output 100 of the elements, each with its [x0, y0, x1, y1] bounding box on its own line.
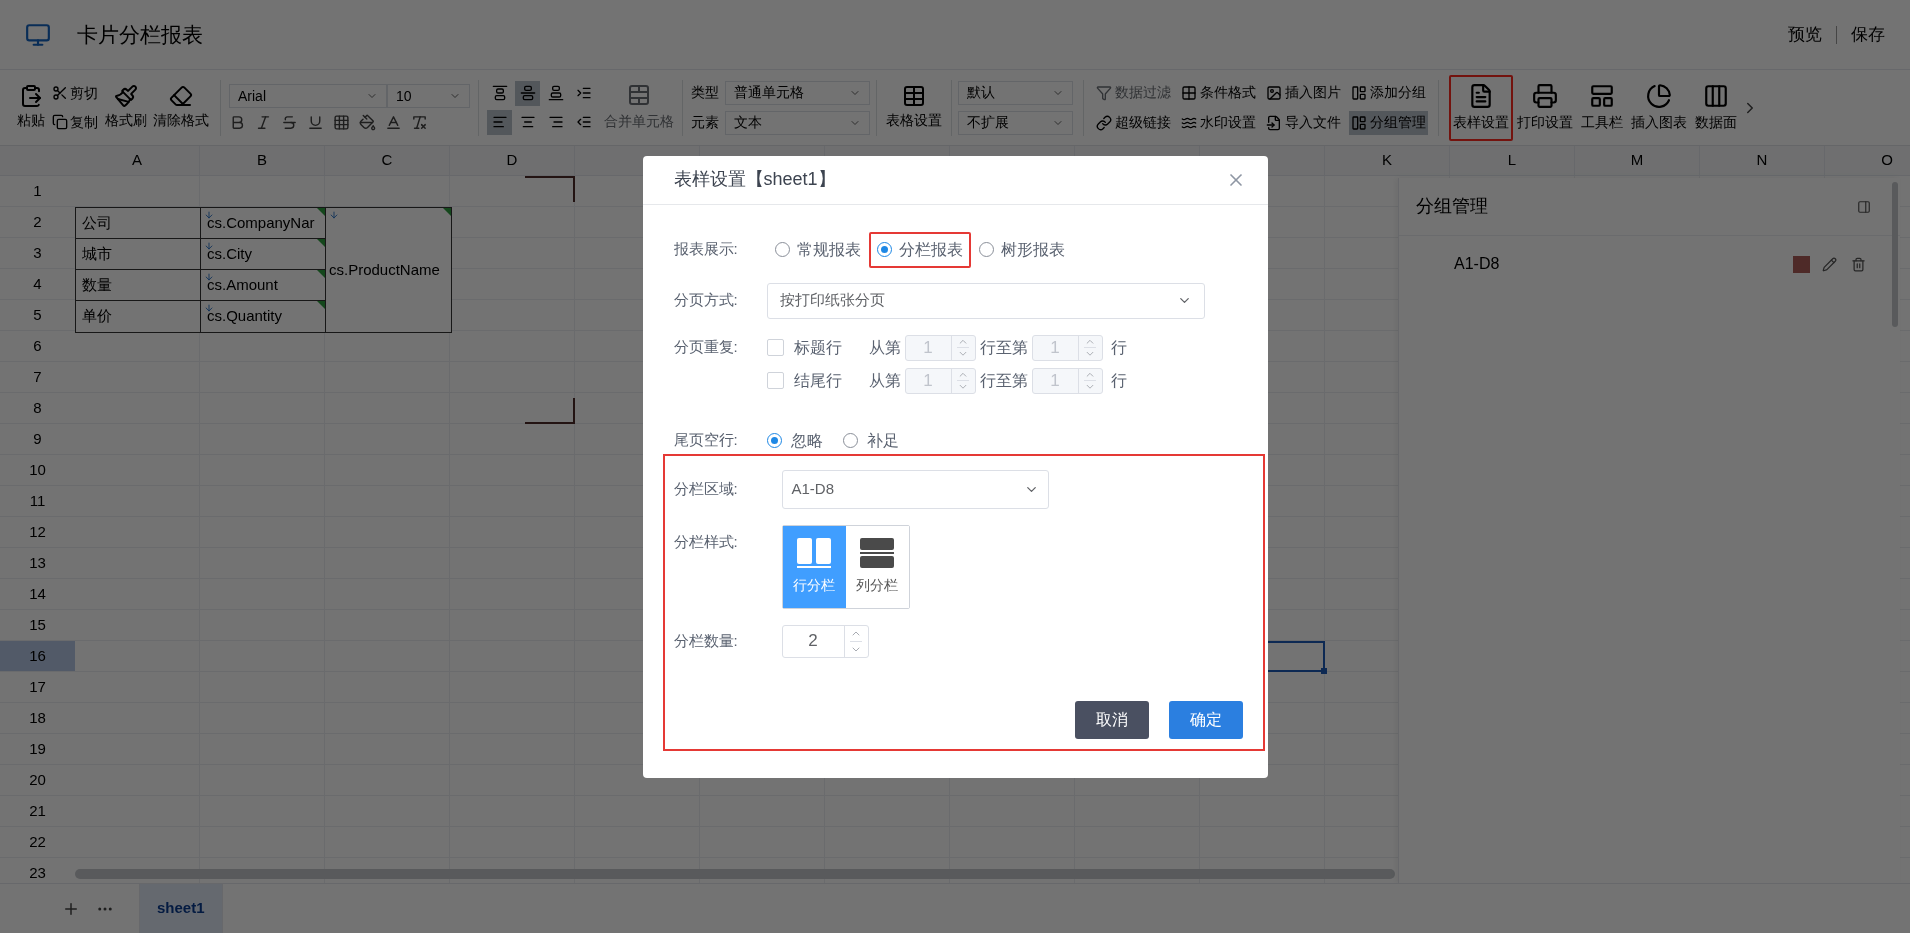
font-size-select[interactable]: 10	[387, 84, 470, 108]
font-color-icon[interactable]	[385, 114, 402, 131]
radio-label[interactable]: 常规报表	[796, 237, 861, 262]
border-icon[interactable]	[333, 114, 350, 131]
style-option[interactable]: 行分栏	[782, 525, 846, 608]
document-icon	[1468, 82, 1494, 109]
field-label: 行至第	[979, 370, 1028, 391]
checkbox[interactable]	[766, 372, 784, 389]
group-range[interactable]: A1-D8	[1454, 252, 1500, 276]
header-action-button[interactable]: 保存	[1851, 21, 1885, 48]
column-header[interactable]: K	[1382, 149, 1392, 172]
horizontal-scrollbar[interactable]	[75, 869, 1395, 879]
toolbar-button[interactable]: 数据面	[1691, 74, 1741, 141]
strikethrough-icon[interactable]	[281, 114, 298, 131]
format-painter-button[interactable]: 格式刷	[102, 76, 150, 139]
toolbar-button[interactable]: 插入图片	[1264, 80, 1343, 105]
copy-button[interactable]: 复制	[52, 111, 98, 133]
table-cell: 城市	[76, 239, 201, 269]
dialog-title: 表样设置【sheet1】	[673, 168, 836, 191]
column-header[interactable]: D	[506, 149, 518, 172]
header-action-button[interactable]: 预览	[1788, 21, 1822, 48]
edit-icon[interactable]	[1822, 256, 1837, 272]
confirm-button[interactable]: 确定	[1168, 700, 1243, 739]
cell-type-select[interactable]: 文本	[725, 110, 870, 135]
font-family-select[interactable]: Arial	[229, 84, 387, 108]
align-icon	[519, 114, 536, 130]
align-button[interactable]	[515, 80, 540, 106]
cancel-button[interactable]: 取消	[1074, 700, 1149, 739]
toolbar-button[interactable]: 插入图表	[1627, 74, 1691, 141]
split-columns-icon	[796, 537, 832, 569]
checkbox-label[interactable]: 结尾行	[793, 368, 869, 393]
radio-label[interactable]: 补足	[866, 428, 899, 453]
table-cell: 单价	[76, 301, 201, 332]
toolbar-button[interactable]: 水印设置	[1179, 110, 1258, 135]
corner-marker-icon	[317, 208, 325, 216]
table-cell: cs.Amount	[201, 270, 326, 300]
field-label: 从第	[868, 337, 901, 358]
radio-label[interactable]: 树形报表	[1000, 237, 1065, 262]
eraser-icon	[169, 84, 193, 108]
toolbar-button[interactable]: 导入文件	[1264, 110, 1343, 135]
clear-format-icon[interactable]	[411, 114, 428, 131]
align-button[interactable]	[487, 109, 512, 135]
fill-bucket-icon[interactable]	[359, 114, 376, 131]
column-header[interactable]: M	[1630, 149, 1644, 172]
app-title: 卡片分栏报表	[77, 21, 203, 48]
toolbar-button[interactable]: 工具栏	[1577, 74, 1627, 141]
align-icon	[491, 85, 508, 101]
toolbar-button[interactable]: 添加分组	[1349, 80, 1428, 105]
checkbox-label[interactable]: 标题行	[793, 335, 869, 360]
table-settings-button[interactable]: 表格设置	[883, 76, 945, 139]
radio-button[interactable]	[978, 242, 994, 257]
column-header[interactable]: L	[1507, 149, 1517, 172]
column-header[interactable]: B	[257, 149, 267, 172]
expand-select[interactable]: 不扩展	[958, 110, 1073, 135]
toolbar-button[interactable]: 分组管理	[1349, 110, 1428, 135]
toolbar-button[interactable]: 超级链接	[1094, 110, 1173, 135]
paging-select[interactable]: 按打印纸张分页	[766, 282, 1205, 319]
radio-button[interactable]	[876, 242, 892, 257]
radio-button[interactable]	[842, 433, 858, 448]
checkbox[interactable]	[766, 339, 784, 356]
column-header[interactable]: C	[381, 149, 393, 172]
delete-icon[interactable]	[1851, 256, 1866, 272]
align-icon	[491, 114, 508, 130]
corner-marker-icon	[317, 239, 325, 247]
column-header[interactable]: O	[1881, 149, 1893, 172]
columns-icon	[1703, 82, 1729, 109]
paste-icon	[19, 84, 43, 108]
grid-panel-icon	[1351, 114, 1367, 131]
toolbar-button[interactable]: 表样设置	[1449, 74, 1513, 141]
column-header[interactable]: A	[132, 149, 142, 172]
cut-button[interactable]: 剪切	[52, 82, 98, 104]
table-cell: cs.CompanyNar	[201, 208, 326, 238]
column-header[interactable]: N	[1756, 149, 1768, 172]
table-cell: 公司	[76, 208, 201, 238]
field-label: 分栏样式:	[673, 532, 739, 553]
collapse-icon[interactable]	[1857, 199, 1871, 214]
field-label: 行	[1110, 337, 1127, 358]
underline-icon[interactable]	[307, 114, 324, 131]
radio-label[interactable]: 忽略	[790, 428, 823, 453]
italic-icon[interactable]	[255, 114, 272, 131]
number-field[interactable]: 2	[781, 624, 869, 658]
filter-icon	[1096, 84, 1112, 101]
panel-title: 分组管理	[1416, 195, 1488, 218]
file-import-icon	[1266, 114, 1282, 131]
toolbar-button[interactable]: 条件格式	[1179, 80, 1258, 105]
radio-button[interactable]	[774, 242, 790, 257]
paste-button[interactable]: 粘贴	[14, 76, 48, 139]
vertical-scrollbar[interactable]	[1892, 182, 1898, 327]
area-select[interactable]: A1-D8	[781, 469, 1049, 509]
radio-button[interactable]	[766, 433, 782, 448]
toolbar-button[interactable]: 打印设置	[1513, 74, 1577, 141]
cell-type-select[interactable]: 普通单元格	[725, 80, 870, 105]
sheet-tab[interactable]: sheet1	[140, 883, 223, 933]
field-label: 分栏数量:	[673, 630, 739, 651]
clear-format-button[interactable]: 清除格式	[150, 76, 212, 139]
table-cell: cs.Quantity	[201, 301, 326, 332]
color-swatch[interactable]	[1793, 255, 1810, 273]
row-header[interactable]: 16	[0, 641, 75, 671]
expand-select[interactable]: 默认	[958, 80, 1073, 105]
field-label: 类型	[691, 83, 719, 102]
